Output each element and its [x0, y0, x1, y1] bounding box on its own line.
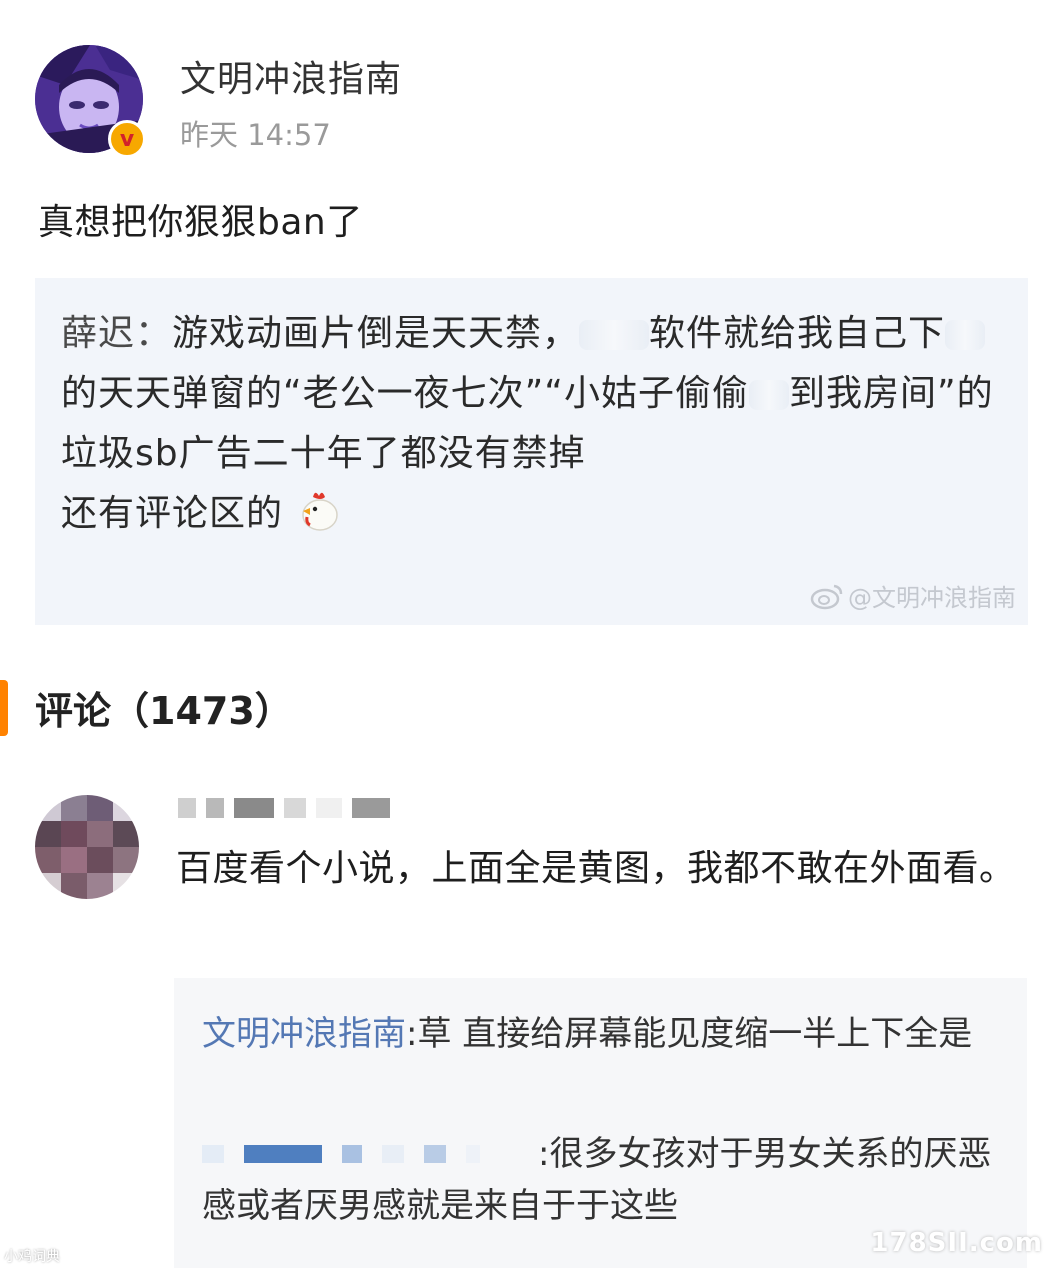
commenter-name-blurred[interactable] [178, 797, 390, 819]
blurred-text [579, 320, 650, 350]
repost-text: 薛迟：游戏动画片倒是天天禁， 软件就给我自己下的天天弹窗的“老公一夜七次”“小姑子… [61, 304, 1011, 544]
watermark-text: @文明冲浪指南 [848, 584, 1016, 612]
blurred-text [945, 320, 986, 350]
weibo-logo-icon [810, 584, 843, 609]
reply-user-blurred[interactable] [202, 1128, 532, 1180]
commenter-avatar-blurred[interactable] [35, 795, 139, 899]
verified-badge-icon: v [108, 120, 146, 158]
post-time: 昨天 14:57 [180, 118, 331, 152]
repost-text-line5: 还有评论区的 [61, 493, 284, 534]
post-text: 真想把你狠狠ban了 [38, 202, 363, 243]
chicken-icon [302, 492, 339, 531]
comments-title[interactable]: 评论（1473） [35, 680, 293, 735]
comments-accent-bar [0, 680, 8, 736]
weibo-watermark: @文明冲浪指南 [810, 578, 1016, 613]
repost-text-part3: 的天天弹窗的“老公一夜七次”“小姑子偷偷 [61, 373, 749, 414]
corner-watermark-left: 小鸡词典 [4, 1249, 60, 1265]
reply-user[interactable]: 文明冲浪指南 [202, 1014, 406, 1054]
blurred-text [748, 380, 789, 410]
reply-item[interactable]: :很多女孩对于男女关系的厌恶感或者厌男感就是来自于于这些 [202, 1128, 992, 1232]
comment-replies[interactable]: 文明冲浪指南:草 直接给屏幕能见度缩一半上下全是 :很多女孩对于男女关系的厌恶感… [174, 978, 1027, 1268]
repost-text-part1: 游戏动画片倒是天天禁， [172, 313, 580, 354]
reply-text: :草 直接给屏幕能见度缩一半上下全是 [406, 1014, 973, 1054]
comment-text: 百度看个小说，上面全是黄图，我都不敢在外面看。 [176, 848, 1016, 889]
repost-text-part2: 软件就给我自己下 [649, 313, 946, 354]
repost-author[interactable]: 薛迟： [61, 313, 172, 354]
corner-watermark-right: 178SII.com [870, 1228, 1043, 1258]
reply-item[interactable]: 文明冲浪指南:草 直接给屏幕能见度缩一半上下全是 [202, 1008, 992, 1060]
weibo-post-page: v 文明冲浪指南 昨天 14:57 真想把你狠狠ban了 薛迟：游戏动画片倒是天… [0, 0, 1061, 1280]
repost-card[interactable]: 薛迟：游戏动画片倒是天天禁， 软件就给我自己下的天天弹窗的“老公一夜七次”“小姑子… [35, 278, 1028, 625]
poster-name[interactable]: 文明冲浪指南 [180, 50, 402, 102]
